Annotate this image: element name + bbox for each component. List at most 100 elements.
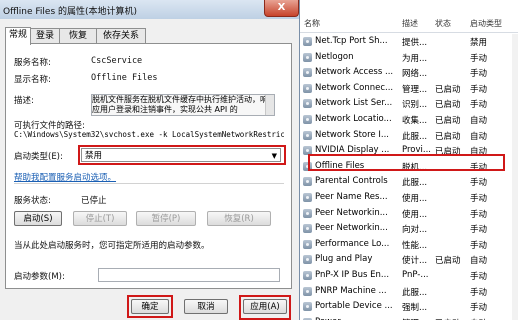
service-row[interactable]: Peer Networkin... 向对... 手动: [300, 221, 518, 237]
gear-icon: [303, 52, 312, 62]
resume-button[interactable]: 恢复(R): [207, 211, 271, 226]
service-desc-cell: 性能...: [402, 240, 428, 251]
header-status[interactable]: 状态: [435, 18, 451, 29]
service-row[interactable]: Net.Tcp Port Sh... 提供... 禁用: [300, 34, 518, 50]
apply-highlight: [239, 295, 291, 320]
service-row[interactable]: Performance Lo... 性能... 手动: [300, 237, 518, 253]
description-box[interactable]: 脱机文件服务在脱机文件缓存中执行维护活动，响应用户登录和注销事件，实现公共 AP…: [91, 94, 275, 116]
description-text: 脱机文件服务在脱机文件缓存中执行维护活动，响应用户登录和注销事件，实现公共 AP…: [92, 95, 268, 114]
display-name-value: Offline Files: [91, 73, 158, 83]
gear-icon: [303, 224, 312, 234]
stop-button[interactable]: 停止(T): [73, 211, 127, 226]
service-desc-cell: 向对...: [402, 225, 428, 236]
service-startup-cell: 手动: [470, 287, 488, 298]
startup-type-highlight: [78, 145, 286, 165]
gear-icon: [303, 99, 312, 109]
service-startup-cell: 禁用: [470, 38, 488, 48]
gear-icon: [303, 192, 312, 202]
service-row[interactable]: PNRP Machine ... 此服... 手动: [300, 284, 518, 300]
service-name-cell: Peer Name Res...: [315, 191, 388, 202]
offline-files-highlight: [308, 154, 505, 171]
service-row[interactable]: Peer Name Res... 使用... 手动: [300, 190, 518, 206]
service-row[interactable]: PnP-X IP Bus En... PnP-... 手动: [300, 268, 518, 284]
start-params-input[interactable]: [98, 268, 280, 282]
service-status-label: 服务状态:: [14, 196, 51, 206]
cancel-button[interactable]: 取消: [184, 299, 228, 314]
service-desc-cell: 使计...: [402, 256, 428, 267]
service-row[interactable]: Network List Ser... 识别... 已启动 手动: [300, 96, 518, 112]
gear-icon: [303, 37, 312, 46]
service-startup-cell: 自动: [470, 256, 488, 267]
service-desc-cell: 强制...: [402, 303, 428, 314]
service-name-cell: Network Locatio...: [315, 113, 392, 124]
service-startup-cell: 手动: [470, 53, 488, 64]
gear-icon: [303, 208, 312, 218]
service-name-cell: Netlogon: [315, 51, 354, 62]
service-desc-cell: 此服...: [402, 131, 428, 142]
service-status-cell: 已启动: [435, 100, 461, 111]
service-row[interactable]: Network Access ... 网络... 手动: [300, 65, 518, 81]
service-name-label: 服务名称:: [14, 58, 51, 68]
services-header: 名称 描述 状态 启动类型: [300, 14, 518, 33]
service-desc-cell: PnP-...: [402, 269, 429, 280]
service-name-cell: Net.Tcp Port Sh...: [315, 36, 388, 46]
tab-dependencies[interactable]: 依存关系: [96, 28, 146, 44]
service-startup-cell: 手动: [470, 271, 488, 282]
service-name-cell: PnP-X IP Bus En...: [315, 269, 390, 280]
service-status-cell: 已启动: [435, 84, 461, 95]
help-link[interactable]: 帮助我配置服务启动选项。: [14, 171, 116, 183]
service-name-cell: Plug and Play: [315, 254, 373, 265]
service-startup-cell: 手动: [470, 69, 488, 80]
service-row[interactable]: Network Locatio... 收集... 已启动 自动: [300, 112, 518, 128]
ok-highlight: [127, 295, 173, 318]
service-desc-cell: 使用...: [402, 209, 428, 220]
service-name-cell: Performance Lo...: [315, 238, 390, 249]
service-row[interactable]: Network Connec... 管理... 已启动 手动: [300, 81, 518, 97]
service-startup-cell: 手动: [470, 84, 488, 95]
service-desc-cell: 网络...: [402, 69, 428, 80]
service-startup-cell: 手动: [470, 193, 488, 204]
gear-icon: [303, 83, 312, 93]
gear-icon: [303, 286, 312, 296]
service-row[interactable]: Peer Networkin... 使用... 手动: [300, 206, 518, 222]
services-rows: Net.Tcp Port Sh... 提供... 禁用 Netlogon 为用... 手动…: [300, 34, 518, 320]
close-button[interactable]: X: [264, 0, 299, 17]
services-scrollbar[interactable]: [512, 34, 518, 320]
header-desc[interactable]: 描述: [402, 18, 418, 29]
header-name[interactable]: 名称: [304, 18, 320, 29]
start-params-hint: 当从此处启动服务时，您可指定所适用的启动参数。: [14, 241, 210, 251]
service-startup-cell: 手动: [470, 225, 488, 236]
service-row[interactable]: Network Store I... 此服... 已启动 自动: [300, 128, 518, 144]
dialog-titlebar[interactable]: Offline Files 的属性(本地计算机) X: [0, 0, 299, 19]
description-scrollbar[interactable]: [265, 95, 274, 115]
startup-type-label: 启动类型(E):: [14, 152, 63, 162]
start-params-label: 启动参数(M):: [14, 272, 65, 282]
service-row[interactable]: Power管理...已启动自动: [300, 315, 518, 320]
tab-general[interactable]: 常规: [5, 27, 31, 45]
service-status-value: 已停止: [81, 196, 107, 206]
gear-icon: [303, 130, 312, 140]
path-value: C:\Windows\System32\svchost.exe -k Local…: [14, 130, 284, 139]
service-name-cell: Network Connec...: [315, 82, 394, 93]
service-desc-cell: 此服...: [402, 178, 428, 189]
service-desc-cell: 为用...: [402, 53, 428, 64]
service-row[interactable]: Parental Controls 此服... 手动: [300, 174, 518, 190]
pause-button[interactable]: 暂停(P): [136, 211, 196, 226]
service-name-cell: Network Access ...: [315, 67, 394, 78]
properties-dialog: Offline Files 的属性(本地计算机) X 常规 登录 恢复 依存关系…: [0, 0, 300, 320]
service-name-cell: Peer Networkin...: [315, 223, 388, 234]
service-row[interactable]: Plug and Play 使计... 已启动 自动: [300, 252, 518, 268]
service-name-value: CscService: [91, 56, 143, 66]
tab-recovery[interactable]: 恢复: [59, 28, 97, 44]
tab-logon[interactable]: 登录: [30, 28, 60, 44]
service-row[interactable]: Netlogon 为用... 手动: [300, 50, 518, 66]
service-name-cell: Peer Networkin...: [315, 207, 388, 218]
service-startup-cell: 自动: [470, 131, 488, 142]
gear-icon: [303, 114, 312, 124]
general-panel: 服务名称: CscService 显示名称: Offline Files 描述:…: [5, 43, 292, 289]
gear-icon: [303, 177, 312, 187]
start-button[interactable]: 启动(S): [14, 211, 62, 226]
header-startup[interactable]: 启动类型: [470, 18, 502, 29]
service-desc-cell: 收集...: [402, 115, 428, 126]
service-row[interactable]: Portable Device ... 强制... 手动: [300, 299, 518, 315]
